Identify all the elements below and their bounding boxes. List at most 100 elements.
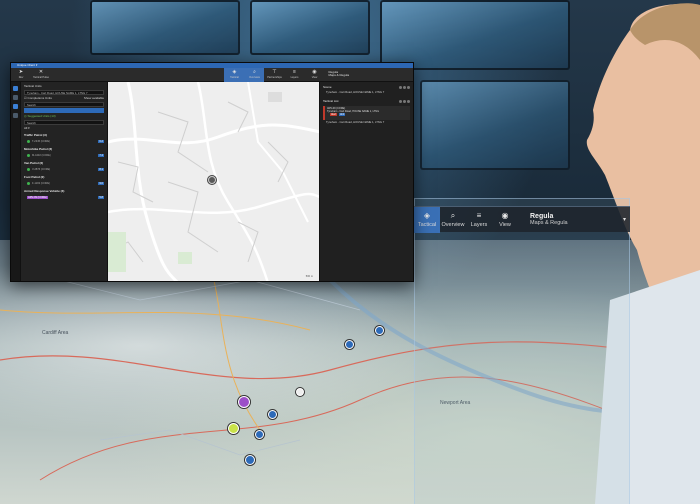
button-label: Overview [441, 221, 465, 228]
unit-marker[interactable] [345, 340, 354, 349]
panel-controls[interactable] [399, 99, 410, 103]
suggested-units-header: ◎ Suggested Units (13) [24, 114, 56, 118]
unit-name: F-1193 (CORE) [32, 182, 50, 185]
close-icon[interactable] [407, 99, 410, 103]
search-icon: ⌕ [450, 210, 456, 220]
unit-marker[interactable] [255, 430, 264, 439]
map-scale: 500 m [305, 275, 313, 278]
incidents-nav-icon[interactable] [13, 95, 18, 100]
button-label: Layers [470, 221, 488, 228]
region-subtitle: Maps & Regula [530, 219, 568, 226]
map-view[interactable]: 500 m [107, 82, 319, 281]
view-button[interactable]: ◉ View [304, 68, 324, 82]
tactical-button[interactable]: ◈ Tactical [414, 206, 440, 233]
layers-button[interactable]: ≡ Layers [284, 68, 304, 82]
selected-row[interactable] [24, 108, 104, 113]
unit-badge: Unit [338, 113, 346, 116]
pin-icon[interactable] [399, 85, 402, 89]
location-input[interactable]: Tyneham - Cart Road, HOUSE NAME 1, LTNG … [24, 90, 104, 95]
overview-button[interactable]: ⌕ Overview [244, 67, 265, 82]
unit-card[interactable]: ARV-09 (CORE) Tyneham - Cart Road, HOUSE… [323, 106, 410, 120]
close-icon[interactable] [407, 85, 410, 89]
map-nav-icon[interactable] [13, 104, 18, 109]
button-label: Tactical [230, 76, 239, 79]
unit-marker[interactable] [245, 455, 255, 465]
panel-title: Tactical Units [24, 84, 42, 88]
unit-name: V-2876 (CORE) [32, 168, 51, 171]
list-item[interactable]: T-2345 (CORE) 6.2 [24, 138, 104, 145]
checkbox-label: Completions Units [27, 96, 52, 100]
status-dot [27, 168, 30, 171]
eta-badge: 9.0 [98, 182, 104, 185]
list-item[interactable]: Tyneham - Cart Road, HOUSE NAME 1, LTNG … [323, 120, 410, 125]
map-icon: ◈ [232, 69, 237, 75]
list-item[interactable]: M-4432 (CORE) 7.4 [24, 152, 104, 159]
wall-monitor [90, 0, 240, 55]
wall-monitor [420, 80, 570, 170]
overview-button[interactable]: ⌕ Overview [440, 207, 466, 233]
rev-button[interactable]: ➤ Rev [11, 68, 31, 82]
region-selector[interactable]: Regula Maps & Regula [324, 68, 353, 82]
collapse-icon[interactable] [403, 99, 406, 103]
region-selector[interactable]: Regula Maps & Regula [530, 213, 568, 227]
list-item[interactable]: V-2876 (CORE) 8.1 [24, 166, 104, 173]
map-icon: ◈ [423, 210, 431, 220]
wall-monitor [250, 0, 370, 55]
units-nav-icon[interactable] [13, 86, 18, 91]
app-toolbar: ➤ Rev ✕ Tactical Pulse ◈ Tactical ⌕ Over… [11, 67, 413, 82]
unit-marker[interactable] [296, 388, 304, 396]
tactical-app-window: Unique Client ▾ ➤ Rev ✕ Tactical Pulse ◈… [10, 62, 414, 282]
layers-icon: ⊤ [272, 69, 277, 75]
eta-badge: 5.8 [98, 196, 104, 199]
search-icon: ⌕ [253, 69, 256, 75]
tactical-button[interactable]: ◈ Tactical [224, 67, 245, 82]
panel-controls[interactable] [399, 85, 410, 89]
button-label: Rev [18, 76, 24, 79]
list-item[interactable]: ARV-09 (CORE) 5.8 [24, 194, 104, 201]
tactical-pulse-button[interactable]: ✕ Tactical Pulse [31, 68, 51, 82]
unit-marker[interactable] [238, 396, 250, 408]
stack-icon: ≡ [476, 210, 482, 220]
settings-nav-icon[interactable] [13, 113, 18, 118]
status-dot [27, 140, 30, 143]
sort-dropdown[interactable]: All ▾ [24, 126, 104, 131]
suggested-filter-input[interactable]: Search [24, 120, 104, 125]
status-dot [27, 154, 30, 157]
units-panel: Tactical Units Tyneham - Cart Road, HOUS… [21, 82, 107, 281]
alert-badge: Alert [330, 113, 338, 116]
chevron-down-icon[interactable]: ▾ [623, 216, 626, 223]
tactical-list-title: Tactical List [323, 99, 339, 103]
large-window-toolbar: ◈ Tactical ⌕ Overview ≡ Layers ◉ View Re… [414, 206, 630, 233]
eta-badge: 7.4 [98, 154, 104, 157]
completions-checkbox[interactable]: ☑ Completions Units Show available [24, 96, 104, 101]
list-item[interactable]: F-1193 (CORE) 9.0 [24, 180, 104, 187]
incident-marker[interactable] [208, 176, 216, 184]
button-label: Partnerships [267, 76, 282, 79]
collapse-icon[interactable] [403, 85, 406, 89]
list-item[interactable]: Tyneham - Cart Road, HOUSE NAME 1, LTNG … [323, 90, 410, 95]
tactical-list-header: Tactical List [323, 98, 410, 104]
wall-monitor [380, 0, 570, 70]
button-label: Layers [290, 76, 299, 79]
unit-name: ARV-09 (CORE) [27, 196, 48, 199]
eye-icon: ◉ [501, 210, 509, 220]
button-label: Overview [249, 76, 260, 79]
region-title: Regula [530, 212, 554, 220]
app-body: Tactical Units Tyneham - Cart Road, HOUS… [11, 82, 413, 281]
unit-marker[interactable] [268, 410, 277, 419]
button-label: Tactical Pulse [33, 76, 49, 79]
button-label: View [311, 76, 318, 79]
unit-marker[interactable] [375, 326, 384, 335]
crosshair-icon: ✕ [38, 69, 44, 75]
map-place-label: Cardiff Area [42, 330, 69, 336]
view-button[interactable]: ◉ View [492, 207, 518, 233]
partnerships-button[interactable]: ⊤ Partnerships [264, 68, 284, 82]
layers-button[interactable]: ≡ Layers [466, 207, 492, 233]
unit-marker[interactable] [228, 423, 239, 434]
eta-badge: 6.2 [98, 140, 104, 143]
scene-panel: Scene Tyneham - Cart Road, HOUSE NAME 1,… [319, 82, 413, 281]
eta-badge: 8.1 [98, 168, 104, 171]
pin-icon[interactable] [399, 99, 402, 103]
button-label: View [499, 221, 511, 228]
unit-search-input[interactable]: Search [24, 102, 104, 107]
